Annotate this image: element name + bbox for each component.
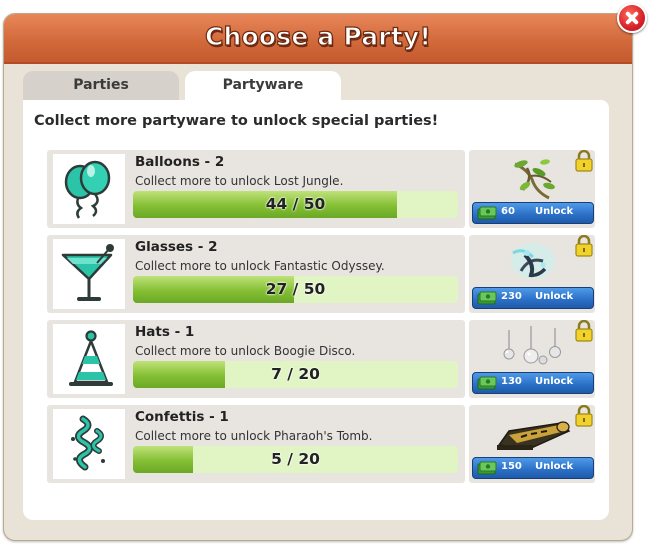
unlock-label: Unlock: [535, 291, 574, 302]
lock-icon: [575, 320, 593, 342]
unlock-price: 230: [501, 291, 522, 302]
cash-icon: [477, 206, 497, 220]
progress-bar: 7 / 20: [133, 361, 458, 388]
partyware-row-balloons: Balloons - 2 Collect more to unlock Lost…: [47, 150, 465, 228]
item-icon-box: [53, 154, 125, 224]
unlock-button[interactable]: 230 Unlock: [472, 287, 594, 309]
item-description: Collect more to unlock Boogie Disco.: [135, 344, 356, 358]
partyware-row-glasses: Glasses - 2 Collect more to unlock Fanta…: [47, 235, 465, 313]
unlock-label: Unlock: [535, 206, 574, 217]
item-name: Balloons - 2: [135, 154, 225, 170]
item-name: Hats - 1: [135, 324, 195, 340]
dialog-title: Choose a Party!: [204, 21, 432, 51]
instructions-text: Collect more partyware to unlock special…: [34, 113, 439, 129]
unlock-price: 130: [501, 376, 522, 387]
unlock-price: 60: [501, 206, 515, 217]
tab-partyware[interactable]: Partyware: [185, 71, 341, 101]
item-description: Collect more to unlock Pharaoh's Tomb.: [135, 429, 373, 443]
item-name: Glasses - 2: [135, 239, 218, 255]
partyware-row-confettis: Confettis - 1 Collect more to unlock Pha…: [47, 405, 465, 483]
item-icon-box: [53, 409, 125, 479]
lock-icon: [575, 235, 593, 257]
cash-icon: [477, 291, 497, 305]
unlock-label: Unlock: [535, 376, 574, 387]
unlock-price: 150: [501, 461, 522, 472]
partyware-row-hats: Hats - 1 Collect more to unlock Boogie D…: [47, 320, 465, 398]
item-icon-box: [53, 239, 125, 309]
balloons-icon: [64, 160, 111, 219]
progress-text: 5 / 20: [271, 450, 320, 468]
confetti-icon: [71, 415, 105, 471]
cash-icon: [477, 376, 497, 390]
close-button[interactable]: [617, 3, 647, 33]
party-hat-icon: [69, 330, 113, 386]
progress-bar: 44 / 50: [133, 191, 458, 218]
item-name: Confettis - 1: [135, 409, 229, 425]
tab-parties[interactable]: Parties: [23, 71, 179, 101]
progress-bar: 5 / 20: [133, 446, 458, 473]
unlock-card-boogie-disco: 130 Unlock: [469, 320, 595, 398]
item-description: Collect more to unlock Lost Jungle.: [135, 174, 344, 188]
unlock-card-pharaohs-tomb: 150 Unlock: [469, 405, 595, 483]
item-icon-box: [53, 324, 125, 394]
unlock-button[interactable]: 60 Unlock: [472, 202, 594, 224]
progress-bar: 27 / 50: [133, 276, 458, 303]
unlock-button[interactable]: 150 Unlock: [472, 457, 594, 479]
dialog-title-bar: Choose a Party!: [4, 14, 632, 64]
progress-text: 7 / 20: [271, 365, 320, 383]
lock-icon: [575, 405, 593, 427]
unlock-button[interactable]: 130 Unlock: [472, 372, 594, 394]
cash-icon: [477, 461, 497, 475]
unlock-label: Unlock: [535, 461, 574, 472]
unlock-card-fantastic-odyssey: 230 Unlock: [469, 235, 595, 313]
progress-text: 27 / 50: [265, 280, 326, 298]
progress-text: 44 / 50: [265, 195, 326, 213]
cocktail-glass-icon: [61, 244, 114, 301]
lock-icon: [575, 150, 593, 172]
item-description: Collect more to unlock Fantastic Odyssey…: [135, 259, 385, 273]
unlock-card-lost-jungle: 60 Unlock: [469, 150, 595, 228]
